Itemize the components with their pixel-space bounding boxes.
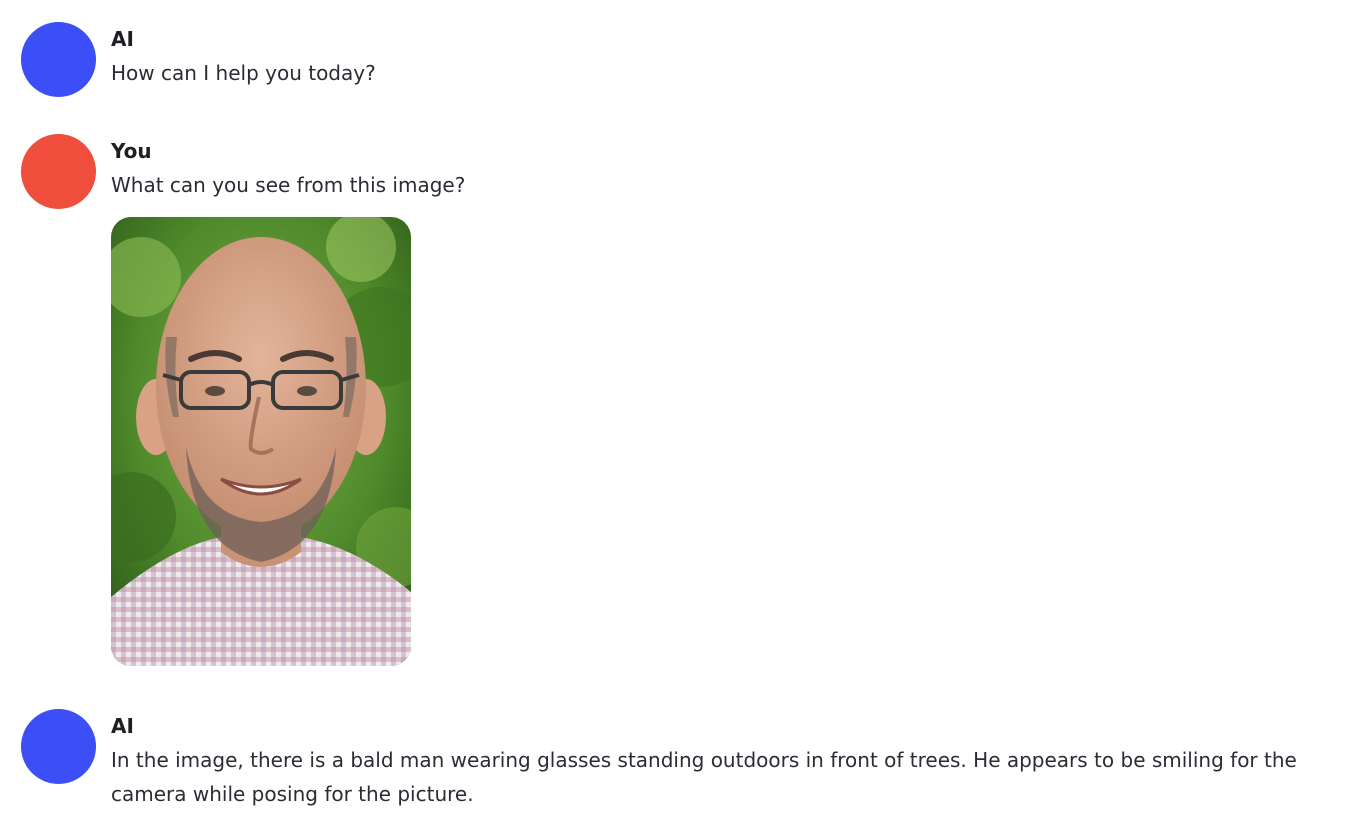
message-text[interactable]: In the image, there is a bald man wearin…	[111, 743, 1331, 811]
message-content: You What can you see from this image?	[111, 134, 1331, 666]
message-assistant: AI How can I help you today?	[21, 22, 1331, 102]
user-avatar	[21, 134, 96, 209]
sender-name: AI	[111, 27, 134, 51]
message-content: AI In the image, there is a bald man wea…	[111, 709, 1331, 811]
photo-illustration	[111, 217, 411, 666]
sender-name: You	[111, 139, 152, 163]
message-text[interactable]: What can you see from this image?	[111, 168, 1331, 202]
message-assistant: AI In the image, there is a bald man wea…	[21, 709, 1331, 819]
chat-thread: AI How can I help you today? You What ca…	[0, 0, 1351, 835]
sender-name: AI	[111, 714, 134, 738]
attached-photo[interactable]	[111, 217, 411, 666]
assistant-avatar	[21, 709, 96, 784]
message-user: You What can you see from this image?	[21, 134, 1331, 679]
assistant-avatar	[21, 22, 96, 97]
message-text[interactable]: How can I help you today?	[111, 56, 1331, 90]
message-content: AI How can I help you today?	[111, 22, 1331, 90]
